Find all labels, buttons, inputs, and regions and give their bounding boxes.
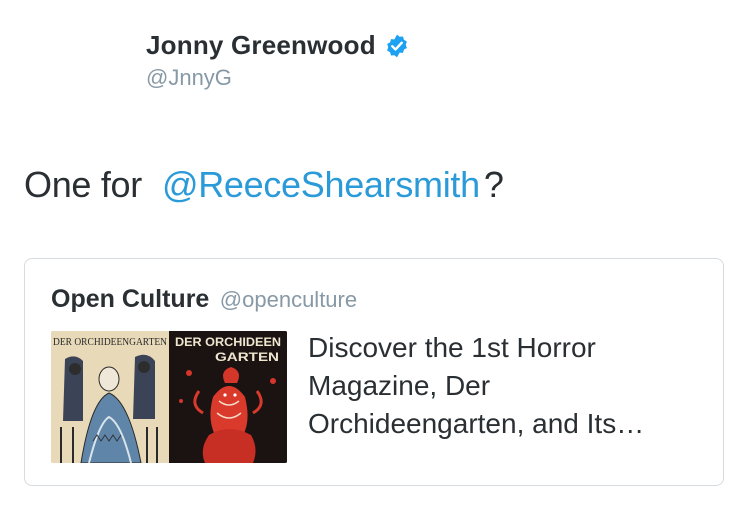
thumbnail-right-panel: DER ORCHIDEEN GARTEN	[169, 331, 287, 463]
author-handle[interactable]: @JnnyG	[146, 65, 410, 91]
description-line-3: Orchideengarten, and Its…	[308, 408, 645, 439]
author-display-name[interactable]: Jonny Greenwood	[146, 30, 376, 61]
quoted-tweet-card[interactable]: Open Culture @openculture DER ORCHIDEENG…	[24, 258, 724, 486]
description-line-2: Magazine, Der	[308, 370, 491, 401]
mention-link[interactable]: @ReeceShearsmith	[162, 164, 480, 205]
tweet-text: One for @ReeceShearsmith?	[24, 164, 504, 206]
tweet-text-prefix: One for	[24, 164, 142, 205]
author-name-row: Jonny Greenwood	[146, 30, 410, 61]
quoted-author: Open Culture @openculture	[51, 285, 357, 314]
tweet-author[interactable]: Jonny Greenwood @JnnyG	[146, 30, 410, 91]
quoted-author-name[interactable]: Open Culture	[51, 285, 209, 313]
quoted-author-handle[interactable]: @openculture	[220, 287, 357, 312]
magazine-cover-image[interactable]: DER ORCHIDEENGARTEN DER ORCHIDEEN GARTEN	[51, 331, 287, 463]
verified-badge-icon	[384, 33, 410, 59]
description-line-1: Discover the 1st Horror	[308, 332, 596, 363]
thumbnail-right-title-1: DER ORCHIDEEN	[175, 335, 281, 349]
tweet-text-suffix: ?	[483, 164, 504, 205]
thumbnail-right-title-2: GARTEN	[215, 350, 279, 364]
quoted-description[interactable]: Discover the 1st Horror Magazine, Der Or…	[308, 329, 708, 443]
thumbnail-left-title: DER ORCHIDEENGARTEN	[53, 336, 167, 348]
thumbnail-left-panel: DER ORCHIDEENGARTEN	[51, 331, 169, 463]
